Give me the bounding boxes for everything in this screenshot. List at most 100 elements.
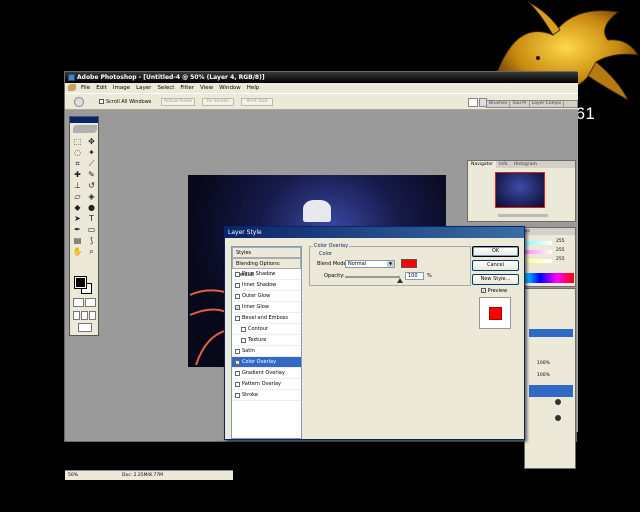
style-item-checkbox[interactable]: ✓ (235, 360, 240, 365)
navigator-thumbnail[interactable] (495, 172, 545, 208)
overlay-color-swatch[interactable] (401, 259, 417, 268)
crop-tool-icon[interactable]: ⌗ (72, 159, 83, 169)
eyedropper-tool-icon[interactable]: ⟆ (86, 236, 97, 246)
paint-bucket-tool-icon[interactable]: ◈ (86, 192, 97, 202)
style-item-checkbox[interactable] (235, 294, 240, 299)
screen-mode-standard-icon[interactable] (73, 311, 80, 320)
style-item-drop-shadow[interactable]: Drop Shadow (232, 269, 301, 280)
style-item-contour[interactable]: Contour (232, 324, 301, 335)
notes-tool-icon[interactable]: ▤ (72, 236, 83, 246)
title-bar[interactable]: Adobe Photoshop - [Untitled-4 @ 50% (Lay… (65, 72, 578, 83)
magic-wand-tool-icon[interactable]: ✦ (86, 148, 97, 158)
layers-opacity-value[interactable]: 100% (537, 361, 550, 366)
blend-mode-select[interactable]: Normal ▼ (345, 260, 395, 268)
style-item-pattern-overlay[interactable]: Pattern Overlay (232, 379, 301, 390)
clone-stamp-tool-icon[interactable]: ⊥ (72, 181, 83, 191)
style-item-bevel-and-emboss[interactable]: Bevel and Emboss (232, 313, 301, 324)
navigator-zoom-slider[interactable] (498, 214, 548, 217)
style-item-checkbox[interactable] (235, 316, 240, 321)
menu-layer[interactable]: Layer (133, 83, 154, 93)
jump-to-imageready-icon[interactable] (78, 323, 92, 332)
zoom-tool-icon[interactable]: ⌕ (86, 247, 97, 257)
active-layer-row[interactable] (529, 385, 573, 397)
menu-view[interactable]: View (197, 83, 216, 93)
style-item-checkbox[interactable] (235, 349, 240, 354)
palette-well-tab-layer-comps[interactable]: Layer Comps (530, 101, 565, 107)
tab-histogram[interactable]: Histogram (511, 161, 540, 168)
preview-checkbox-box[interactable]: ✓ (481, 288, 486, 293)
cancel-button[interactable]: Cancel (472, 260, 519, 271)
opacity-slider-track[interactable] (345, 276, 400, 278)
new-style-button[interactable]: New Style... (472, 274, 519, 285)
move-tool-icon[interactable]: ✥ (86, 137, 97, 147)
menu-help[interactable]: Help (244, 83, 263, 93)
hand-tool-icon-2[interactable]: ✋ (72, 247, 83, 257)
brush-tool-icon[interactable]: ✎ (86, 170, 97, 180)
style-item-inner-glow[interactable]: ✓ Inner Glow (232, 302, 301, 313)
hand-tool-icon[interactable] (74, 97, 84, 107)
blur-tool-icon[interactable]: ◆ (72, 203, 83, 213)
style-item-inner-shadow[interactable]: Inner Shadow (232, 280, 301, 291)
actual-pixels-button[interactable]: Actual Pixels (161, 98, 195, 106)
style-item-label: Texture (248, 337, 267, 343)
tab-info[interactable]: Info (496, 161, 511, 168)
palette-well-tab-brushes[interactable]: Brushes (487, 101, 511, 107)
layers-fill-value[interactable]: 100% (537, 373, 550, 378)
tab-navigator[interactable]: Navigator (468, 161, 497, 168)
menu-window[interactable]: Window (216, 83, 244, 93)
shape-tool-icon[interactable]: ▭ (86, 225, 97, 235)
styles-header[interactable]: Styles (232, 247, 301, 258)
slice-tool-icon[interactable]: ⟋ (86, 159, 97, 169)
tools-palette-header[interactable] (70, 117, 98, 123)
quick-mask-mode-icon[interactable] (85, 298, 96, 307)
type-tool-icon[interactable]: T (86, 214, 97, 224)
menu-filter[interactable]: Filter (177, 83, 197, 93)
style-item-outer-glow[interactable]: Outer Glow (232, 291, 301, 302)
healing-brush-tool-icon[interactable]: ✚ (72, 170, 83, 180)
status-zoom[interactable]: 50% (68, 471, 78, 481)
blending-options-item[interactable]: Blending Options: Default (232, 258, 301, 278)
channel-r-value[interactable]: 255 (556, 239, 565, 244)
standard-mode-icon[interactable] (73, 298, 84, 307)
palette-well-tab-tool-presets[interactable]: Tool Pr (510, 101, 530, 107)
channel-g-value[interactable]: 255 (556, 248, 565, 253)
history-brush-tool-icon[interactable]: ↺ (86, 181, 97, 191)
style-item-checkbox[interactable]: ✓ (235, 305, 240, 310)
opacity-input[interactable]: 100 (405, 272, 424, 280)
opacity-slider-thumb[interactable] (397, 278, 403, 283)
preview-checkbox[interactable]: ✓ Preview (481, 288, 507, 294)
menu-edit[interactable]: Edit (93, 83, 110, 93)
lasso-tool-icon[interactable]: ◌ (72, 148, 83, 158)
screen-mode-full-icon[interactable] (89, 311, 96, 320)
dialog-title[interactable]: Layer Style (225, 227, 524, 238)
pen-tool-icon[interactable]: ✒ (72, 225, 83, 235)
dock-palette-icon[interactable] (468, 98, 478, 107)
fit-screen-button[interactable]: Fit Screen (202, 98, 234, 106)
selected-layer-row[interactable] (529, 329, 573, 337)
screen-mode-full-menu-icon[interactable] (81, 311, 88, 320)
ok-button[interactable]: OK (472, 246, 519, 257)
style-item-checkbox[interactable] (235, 371, 240, 376)
style-item-checkbox[interactable] (235, 393, 240, 398)
foreground-color-swatch[interactable] (74, 276, 87, 289)
style-item-checkbox[interactable] (235, 382, 240, 387)
style-item-checkbox[interactable] (241, 338, 246, 343)
eraser-tool-icon[interactable]: ▱ (72, 192, 83, 202)
menu-select[interactable]: Select (154, 83, 177, 93)
style-item-satin[interactable]: Satin (232, 346, 301, 357)
style-item-checkbox[interactable] (235, 283, 240, 288)
style-item-checkbox[interactable] (241, 327, 246, 332)
print-size-button[interactable]: Print Size (241, 98, 273, 106)
style-item-checkbox[interactable] (235, 272, 240, 277)
menu-file[interactable]: File (78, 83, 93, 93)
menu-image[interactable]: Image (110, 83, 133, 93)
dodge-tool-icon[interactable]: ● (86, 203, 97, 213)
scroll-all-windows-checkbox[interactable] (99, 99, 104, 104)
style-item-stroke[interactable]: Stroke (232, 390, 301, 401)
marquee-tool-icon[interactable]: ⬚ (72, 137, 83, 147)
style-item-gradient-overlay[interactable]: Gradient Overlay (232, 368, 301, 379)
style-item-texture[interactable]: Texture (232, 335, 301, 346)
path-selection-tool-icon[interactable]: ➤ (72, 214, 83, 224)
channel-b-value[interactable]: 255 (556, 257, 565, 262)
style-item-color-overlay[interactable]: ✓ Color Overlay (232, 357, 301, 368)
